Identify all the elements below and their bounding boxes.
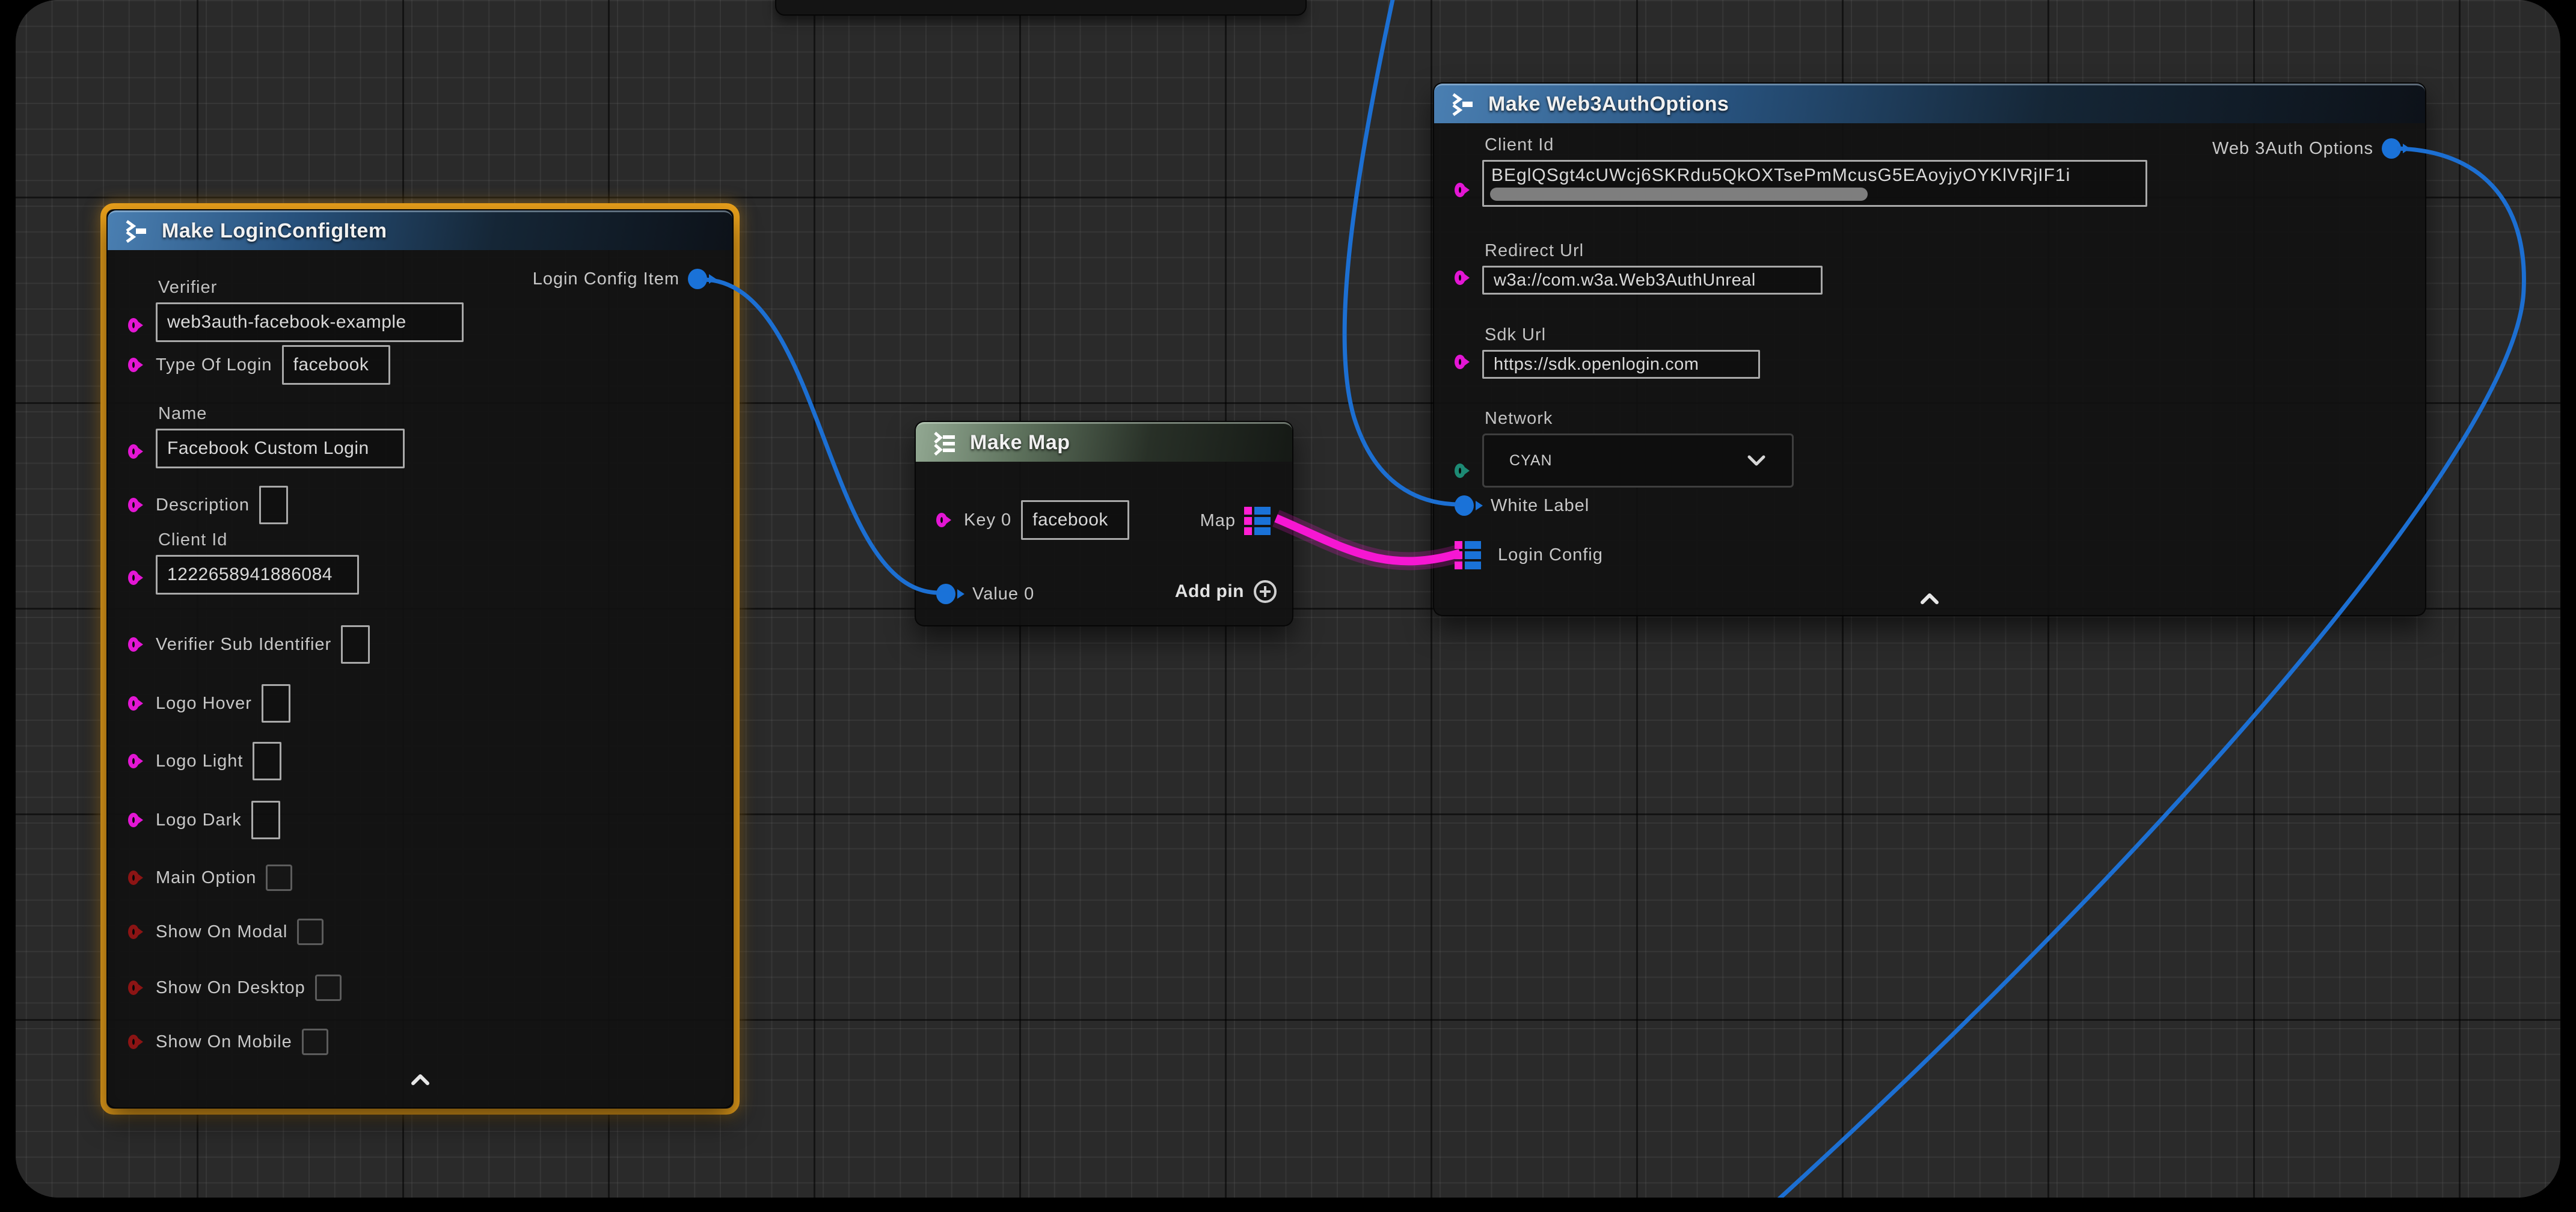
redirect-url-input[interactable]: w3a://com.w3a.Web3AuthUnreal — [1482, 266, 1823, 295]
description-label: Description — [156, 495, 250, 515]
make-struct-icon — [1450, 92, 1476, 117]
show-on-mobile-checkbox[interactable] — [302, 1029, 328, 1055]
add-pin-plus-icon[interactable] — [1253, 579, 1278, 604]
node-header[interactable]: Make Web3AuthOptions — [1434, 84, 2425, 123]
add-pin-label: Add pin — [1175, 581, 1244, 602]
node-make-web3authoptions[interactable]: Make Web3AuthOptions Web 3Auth Options C… — [1433, 82, 2426, 616]
node-title: Make Web3AuthOptions — [1488, 93, 1729, 116]
logo-dark-pin[interactable] — [128, 813, 139, 827]
node-make-loginconfigitem[interactable]: Make LoginConfigItem Login Config Item V… — [106, 209, 734, 1109]
show-on-modal-pin[interactable] — [128, 925, 139, 939]
main-option-label: Main Option — [156, 868, 256, 888]
name-label: Name — [158, 404, 405, 424]
client-id-label: Client Id — [1485, 135, 2147, 155]
map-output-pin[interactable] — [1244, 507, 1271, 535]
value-0-label: Value 0 — [972, 584, 1034, 604]
network-label: Network — [1485, 409, 1794, 429]
network-pin[interactable] — [1455, 464, 1465, 478]
verifier-sub-identifier-pin[interactable] — [128, 637, 139, 652]
logo-light-pin[interactable] — [128, 754, 139, 768]
show-on-desktop-label: Show On Desktop — [156, 978, 305, 998]
main-option-checkbox[interactable] — [266, 865, 292, 891]
client-id-pin[interactable] — [128, 571, 139, 585]
collapse-node-button[interactable] — [1434, 592, 2425, 606]
key-0-input[interactable]: facebook — [1021, 500, 1129, 540]
node-title: Make LoginConfigItem — [162, 219, 387, 243]
logo-dark-input[interactable] — [251, 801, 280, 839]
redirect-url-pin[interactable] — [1455, 271, 1465, 285]
map-output-label: Map — [1200, 511, 1236, 531]
logo-light-input[interactable] — [253, 742, 281, 780]
make-map-icon — [931, 430, 958, 456]
key-0-pin[interactable] — [936, 513, 947, 527]
blueprint-graph-panel[interactable]: Make LoginConfigItem Login Config Item V… — [16, 0, 2560, 1198]
login-config-item-output-pin[interactable] — [688, 269, 707, 289]
description-pin[interactable] — [128, 498, 139, 512]
logo-light-label: Logo Light — [156, 751, 243, 771]
output-pin-label: Login Config Item — [533, 269, 679, 289]
network-dropdown[interactable]: CYAN — [1482, 433, 1794, 488]
main-option-pin[interactable] — [128, 871, 139, 885]
offscreen-node-partial[interactable] — [775, 0, 1307, 16]
client-id-input[interactable]: 1222658941886084 — [156, 555, 359, 595]
verifier-sub-identifier-input[interactable] — [341, 625, 370, 664]
type-of-login-pin[interactable] — [128, 358, 139, 372]
client-id-input[interactable]: BEglQSgt4cUWcj6SKRdu5QkOXTsePmMcusG5EAoy… — [1482, 160, 2147, 207]
show-on-modal-checkbox[interactable] — [297, 919, 324, 945]
name-pin[interactable] — [128, 444, 139, 459]
node-header[interactable]: Make LoginConfigItem — [108, 210, 732, 250]
redirect-url-label: Redirect Url — [1485, 241, 1823, 261]
show-on-desktop-pin[interactable] — [128, 981, 139, 995]
value-0-pin[interactable] — [936, 584, 955, 604]
type-of-login-input[interactable]: facebook — [282, 345, 390, 385]
node-title: Make Map — [970, 431, 1070, 454]
show-on-desktop-checkbox[interactable] — [315, 975, 342, 1001]
web3auth-options-output-pin[interactable] — [2382, 138, 2401, 159]
type-of-login-label: Type Of Login — [156, 355, 272, 375]
verifier-pin[interactable] — [128, 318, 139, 332]
client-id-label: Client Id — [158, 530, 359, 550]
logo-dark-label: Logo Dark — [156, 810, 242, 830]
show-on-mobile-label: Show On Mobile — [156, 1032, 292, 1052]
logo-hover-input[interactable] — [262, 684, 290, 723]
verifier-label: Verifier — [158, 278, 464, 298]
client-id-pin[interactable] — [1455, 183, 1465, 197]
description-input[interactable] — [259, 486, 288, 524]
add-pin-button[interactable]: Add pin — [1175, 579, 1278, 604]
logo-hover-label: Logo Hover — [156, 694, 252, 714]
login-config-label: Login Config — [1498, 545, 1603, 565]
make-struct-icon — [123, 219, 150, 244]
verifier-sub-identifier-label: Verifier Sub Identifier — [156, 635, 331, 655]
white-label-pin[interactable] — [1455, 495, 1474, 516]
node-header[interactable]: Make Map — [916, 422, 1292, 462]
key-0-label: Key 0 — [964, 510, 1011, 530]
chevron-down-icon — [1746, 454, 1767, 467]
show-on-mobile-pin[interactable] — [128, 1035, 139, 1049]
sdk-url-input[interactable]: https://sdk.openlogin.com — [1482, 350, 1760, 379]
show-on-modal-label: Show On Modal — [156, 922, 287, 942]
login-config-pin[interactable] — [1455, 541, 1481, 569]
client-id-scrollbar[interactable] — [1490, 188, 1868, 201]
collapse-node-button[interactable] — [108, 1073, 732, 1087]
sdk-url-pin[interactable] — [1455, 355, 1465, 369]
logo-hover-pin[interactable] — [128, 696, 139, 711]
network-dropdown-value: CYAN — [1484, 452, 1553, 470]
sdk-url-label: Sdk Url — [1485, 325, 1760, 345]
name-input[interactable]: Facebook Custom Login — [156, 429, 405, 468]
verifier-input[interactable]: web3auth-facebook-example — [156, 302, 464, 342]
output-pin-label: Web 3Auth Options — [2212, 139, 2373, 159]
white-label-label: White Label — [1491, 496, 1589, 516]
node-make-map[interactable]: Make Map Key 0 facebook Value 0 Map Add … — [915, 421, 1293, 626]
